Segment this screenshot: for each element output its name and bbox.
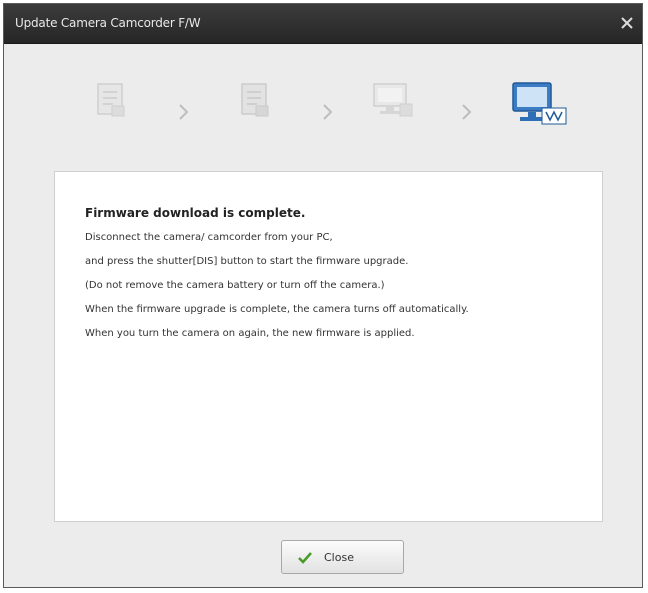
message-line: and press the shutter[DIS] button to sta… bbox=[85, 256, 409, 267]
message-panel: Firmware download is complete. Disconnec… bbox=[54, 171, 603, 522]
message-line: When the firmware upgrade is complete, t… bbox=[85, 304, 469, 315]
window-title: Update Camera Camcorder F/W bbox=[15, 16, 201, 30]
step-3-computer-icon bbox=[370, 80, 416, 124]
message-line: When you turn the camera on again, the n… bbox=[85, 328, 415, 339]
message-title: Firmware download is complete. bbox=[85, 206, 306, 220]
chevron-right-icon bbox=[460, 102, 474, 122]
step-1-document-icon bbox=[94, 80, 128, 124]
title-bar: Update Camera Camcorder F/W bbox=[4, 4, 642, 44]
chevron-right-icon bbox=[177, 102, 191, 122]
close-icon[interactable] bbox=[618, 14, 636, 32]
step-4-computer-download-icon bbox=[510, 80, 570, 132]
chevron-right-icon bbox=[321, 102, 335, 122]
message-line: Disconnect the camera/ camcorder from yo… bbox=[85, 232, 333, 243]
checkmark-icon bbox=[298, 550, 312, 564]
message-line: (Do not remove the camera battery or tur… bbox=[85, 280, 385, 291]
close-button[interactable]: Close bbox=[281, 540, 404, 574]
upgrade-dialog: Update Camera Camcorder F/W Firmware dow… bbox=[3, 3, 643, 588]
step-2-document-icon bbox=[238, 80, 272, 124]
progress-steps bbox=[4, 80, 642, 140]
close-button-label: Close bbox=[324, 551, 354, 564]
